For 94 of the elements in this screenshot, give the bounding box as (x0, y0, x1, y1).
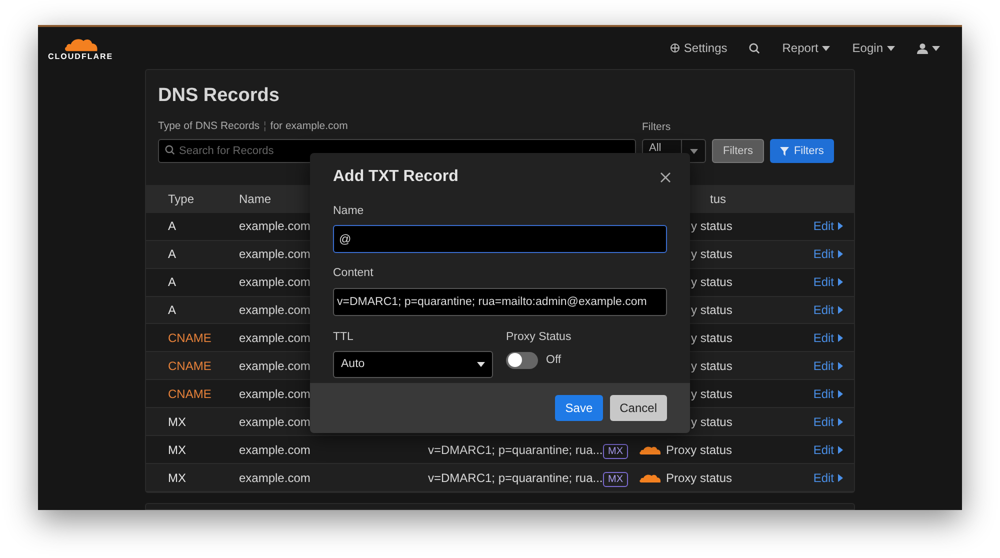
logo[interactable]: CLOUDFLARE (48, 35, 114, 61)
record-type: A (167, 246, 178, 264)
caret-right-icon (838, 362, 843, 370)
record-content: v=DMARC1; p=quarantine; rua... (428, 442, 603, 459)
record-name: example.com (239, 275, 310, 290)
record-type: MX (167, 414, 187, 431)
record-name: example.com (239, 358, 310, 373)
record-content: v=DMARC1; p=quarantine; rua... (428, 470, 603, 487)
caret-right-icon (838, 418, 843, 426)
filters-button[interactable]: Filters (712, 139, 764, 164)
record-badge: MX (603, 444, 628, 459)
record-badge: MX (603, 472, 628, 487)
record-name: example.com (239, 414, 310, 429)
edit-link[interactable]: Edit (813, 356, 843, 375)
record-type: CNAME (167, 358, 212, 375)
proxy-status: y status (691, 386, 732, 403)
record-name: example.com (239, 330, 310, 345)
record-type: MX (167, 470, 187, 487)
menu-dropdown[interactable]: Eogin (852, 39, 895, 57)
record-name: example.com (239, 470, 310, 485)
ttl-label: TTL (333, 330, 354, 344)
ttl-select[interactable]: Auto (333, 350, 493, 378)
record-name: example.com (239, 386, 310, 401)
record-type: A (167, 218, 178, 236)
caret-right-icon (838, 278, 843, 286)
edit-link[interactable]: Edit (813, 412, 843, 431)
proxy-status: y status (691, 246, 732, 264)
caret-right-icon (838, 250, 843, 258)
menu-dropdown[interactable]: Report (782, 39, 830, 57)
record-type: MX (167, 442, 187, 459)
record-type: A (167, 274, 178, 292)
caret-right-icon (838, 474, 843, 482)
caret-right-icon (838, 306, 843, 314)
edit-link[interactable]: Edit (813, 328, 843, 347)
settings-link[interactable]: Settings (670, 39, 728, 57)
name-label: Name (333, 204, 365, 219)
filters-label: Filters (642, 120, 672, 134)
proxy-status: Proxy status (666, 470, 732, 487)
caret-right-icon (838, 222, 843, 230)
proxy-status-label: Proxy Status (506, 330, 572, 344)
record-type: CNAME (167, 386, 212, 403)
record-type: CNAME (167, 330, 212, 347)
user-menu[interactable] (917, 42, 940, 54)
domain-label: for example.com (270, 118, 348, 134)
toggle-state-text: Off (546, 352, 562, 368)
user-icon (917, 42, 928, 54)
proxy-toggle[interactable] (506, 352, 538, 369)
content-field[interactable]: v=DMARC1; p=quarantine; rua=mailto:admin@example.com (333, 288, 667, 316)
funnel-icon (780, 146, 789, 156)
search-icon (165, 145, 175, 156)
proxy-status: Proxy status (666, 442, 732, 459)
edit-link[interactable]: Edit (813, 300, 843, 319)
edit-link[interactable]: Edit (813, 273, 843, 292)
page-title: DNS Records (158, 84, 280, 108)
content-label: Content (333, 266, 374, 282)
proxy-status: y status (691, 218, 732, 236)
edit-link[interactable]: Edit (813, 384, 843, 403)
dialog-title: Add TXT Record (333, 167, 458, 187)
proxy-status: y status (691, 330, 732, 347)
record-name: example.com (239, 247, 310, 262)
record-name: example.com (239, 219, 310, 234)
caret-icon (477, 362, 485, 367)
edit-link[interactable]: Edit (813, 245, 843, 264)
caret-right-icon (838, 446, 843, 454)
column-header: Name (239, 192, 272, 206)
proxy-status: y status (691, 414, 732, 431)
edit-link[interactable]: Edit (813, 468, 843, 487)
edit-link[interactable]: Edit (813, 217, 843, 236)
proxy-status: y status (691, 302, 732, 319)
separator: ¦ (264, 118, 266, 134)
save-button[interactable]: Save (555, 395, 603, 421)
column-header: tus (710, 191, 726, 208)
caret-icon (690, 148, 698, 154)
record-name: example.com (239, 302, 310, 317)
cloud-icon (639, 472, 661, 484)
record-name: example.com (239, 442, 310, 457)
subtitle: Type of DNS Records (158, 118, 260, 134)
caret-icon (822, 46, 830, 50)
caret-right-icon (838, 390, 843, 398)
cloud-icon (639, 444, 661, 456)
caret-icon (932, 46, 940, 50)
column-header: Type (167, 191, 196, 208)
filters-button[interactable]: Filters (770, 139, 834, 164)
caret-right-icon (838, 334, 843, 342)
proxy-status: y status (691, 358, 732, 375)
close-icon[interactable] (660, 172, 671, 182)
edit-link[interactable]: Edit (813, 440, 843, 459)
proxy-status: y status (691, 274, 732, 292)
name-field[interactable]: @ (333, 225, 667, 254)
caret-icon (887, 46, 895, 50)
cancel-button[interactable]: Cancel (610, 395, 667, 421)
search-icon[interactable] (749, 42, 760, 54)
globe-icon (670, 43, 680, 53)
record-type: A (167, 302, 178, 319)
